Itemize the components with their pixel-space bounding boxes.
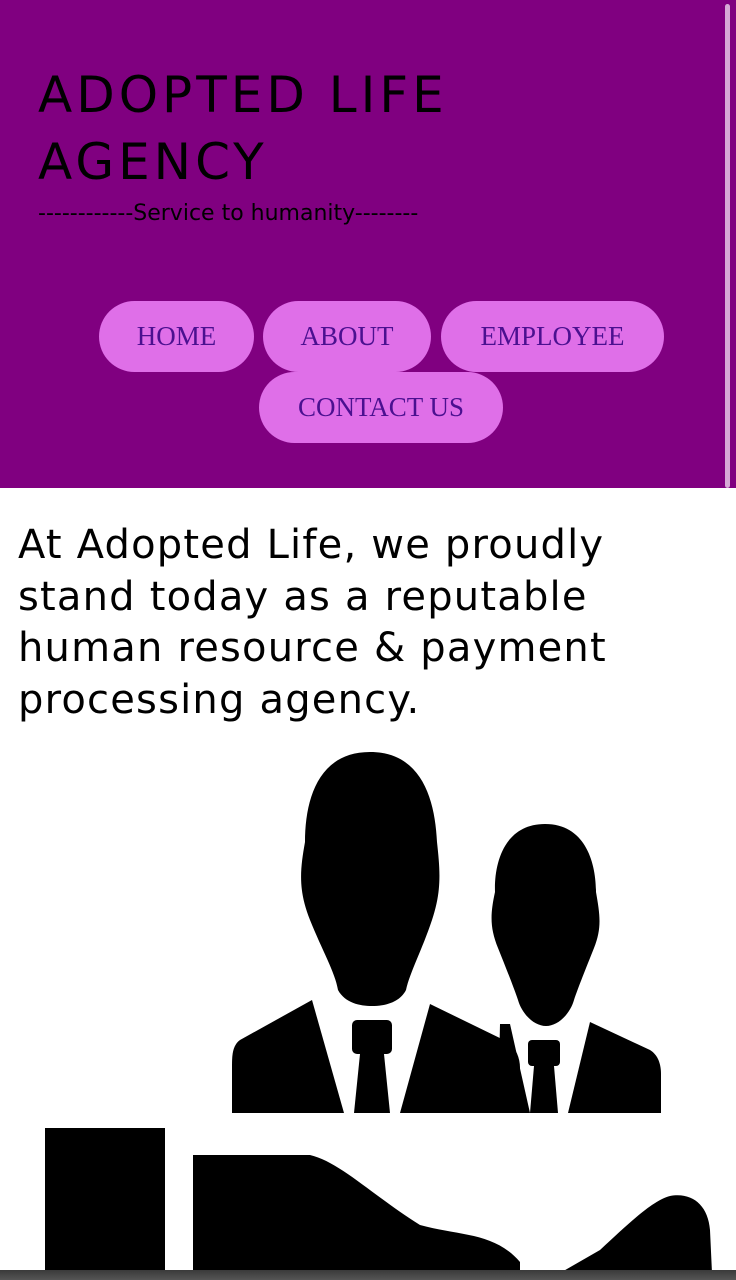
nav-contact-button[interactable]: CONTACT US [259,372,503,443]
nav-about-button[interactable]: ABOUT [263,301,431,372]
site-title: ADOPTED LIFE AGENCY [38,66,448,191]
scrollbar[interactable] [725,4,730,488]
site-header: ADOPTED LIFE AGENCY ------------Service … [0,0,736,488]
site-tagline: ------------Service to humanity-------- [38,201,419,226]
nav-employee-button[interactable]: EMPLOYEE [441,301,664,372]
nav-home-button[interactable]: HOME [99,301,254,372]
intro-text: At Adopted Life, we proudly stand today … [18,522,607,723]
large-person-silhouette [232,752,520,1113]
business-people-icon [45,752,712,1270]
bottom-edge-bar [0,1270,736,1280]
hand-silhouette [45,1128,712,1270]
small-person-silhouette [491,824,661,1113]
